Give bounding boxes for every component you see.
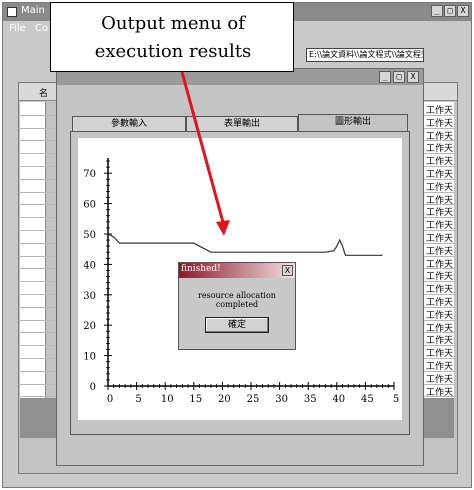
dialog-message: resource allocation completed bbox=[198, 291, 276, 309]
dialog-title: finished! bbox=[181, 264, 221, 274]
arrow-head bbox=[216, 220, 230, 236]
dialog-titlebar[interactable]: finished! X bbox=[179, 263, 295, 278]
callout-text-line2: execution results bbox=[94, 41, 252, 62]
callout-box: Output menu of execution results bbox=[50, 2, 294, 72]
dialog-ok-button[interactable]: 確定 bbox=[205, 317, 269, 333]
callout-arrow-layer bbox=[180, 71, 230, 236]
finished-dialog: finished! X resource allocation complete… bbox=[178, 262, 296, 350]
callout-text-line1: Output menu of bbox=[101, 13, 245, 34]
dialog-close-button[interactable]: X bbox=[282, 265, 293, 276]
callout-arrow bbox=[180, 71, 226, 227]
